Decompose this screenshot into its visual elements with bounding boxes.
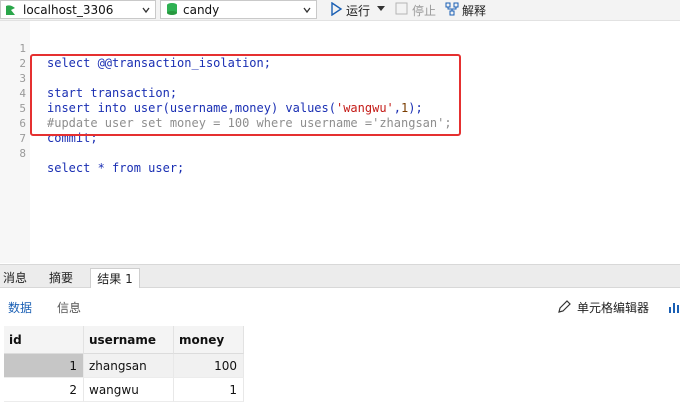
column-header-money[interactable]: money (174, 326, 244, 354)
tab-result-1[interactable]: 结果 1 (90, 268, 140, 288)
highlight-box (30, 54, 461, 136)
cell-username[interactable]: wangwu (84, 378, 174, 402)
subtab-info[interactable]: 信息 (57, 299, 81, 316)
toolbar: localhost_3306 candy 运行 停止 解释 (0, 0, 680, 21)
stop-button[interactable]: 停止 (395, 1, 440, 18)
play-icon (331, 2, 343, 16)
cell-id[interactable]: 1 (4, 354, 84, 378)
code-text: select * from user; (47, 161, 185, 175)
column-header-username[interactable]: username (84, 326, 174, 354)
stop-icon (395, 2, 408, 15)
tab-label: 结果 1 (97, 272, 133, 286)
caret-down-icon[interactable] (377, 6, 385, 12)
connection-select[interactable]: localhost_3306 (0, 0, 156, 19)
tab-summary[interactable]: 摘要 (44, 268, 78, 288)
stop-label: 停止 (412, 4, 437, 18)
tab-label: 摘要 (48, 271, 73, 285)
connection-name: localhost_3306 (23, 3, 114, 17)
explain-icon (445, 2, 459, 16)
edit-icon (558, 300, 571, 313)
result-toolbar: 数据 信息 单元格编辑器 (0, 290, 680, 324)
line-number: 8 (19, 147, 26, 160)
database-select[interactable]: candy (160, 0, 317, 19)
run-button[interactable]: 运行 (329, 1, 387, 18)
chevron-down-icon (303, 7, 311, 14)
cell-money[interactable]: 100 (174, 354, 244, 378)
cell-username[interactable]: zhangsan (84, 354, 174, 378)
chevron-down-icon (142, 7, 150, 14)
tab-messages[interactable]: 消息 (0, 268, 30, 288)
database-name: candy (183, 3, 220, 17)
run-label: 运行 (346, 4, 371, 18)
explain-label: 解释 (462, 4, 487, 18)
tab-label: 消息 (2, 271, 27, 285)
chart-icon[interactable] (668, 300, 680, 314)
code-line: 1 select @@transaction_isolation; (0, 26, 680, 70)
database-icon (167, 3, 177, 15)
explain-button[interactable]: 解释 (445, 1, 495, 18)
subtab-data[interactable]: 数据 (8, 299, 32, 316)
connection-icon (6, 5, 15, 15)
column-header-id[interactable]: id (4, 326, 84, 354)
sql-editor[interactable]: 1 select @@transaction_isolation; 2 3 st… (0, 21, 680, 263)
cell-editor-label: 单元格编辑器 (577, 301, 650, 315)
cell-id[interactable]: 2 (4, 378, 84, 402)
result-tab-bar: 消息 摘要 结果 1 (0, 264, 680, 288)
cell-money[interactable]: 1 (174, 378, 244, 402)
